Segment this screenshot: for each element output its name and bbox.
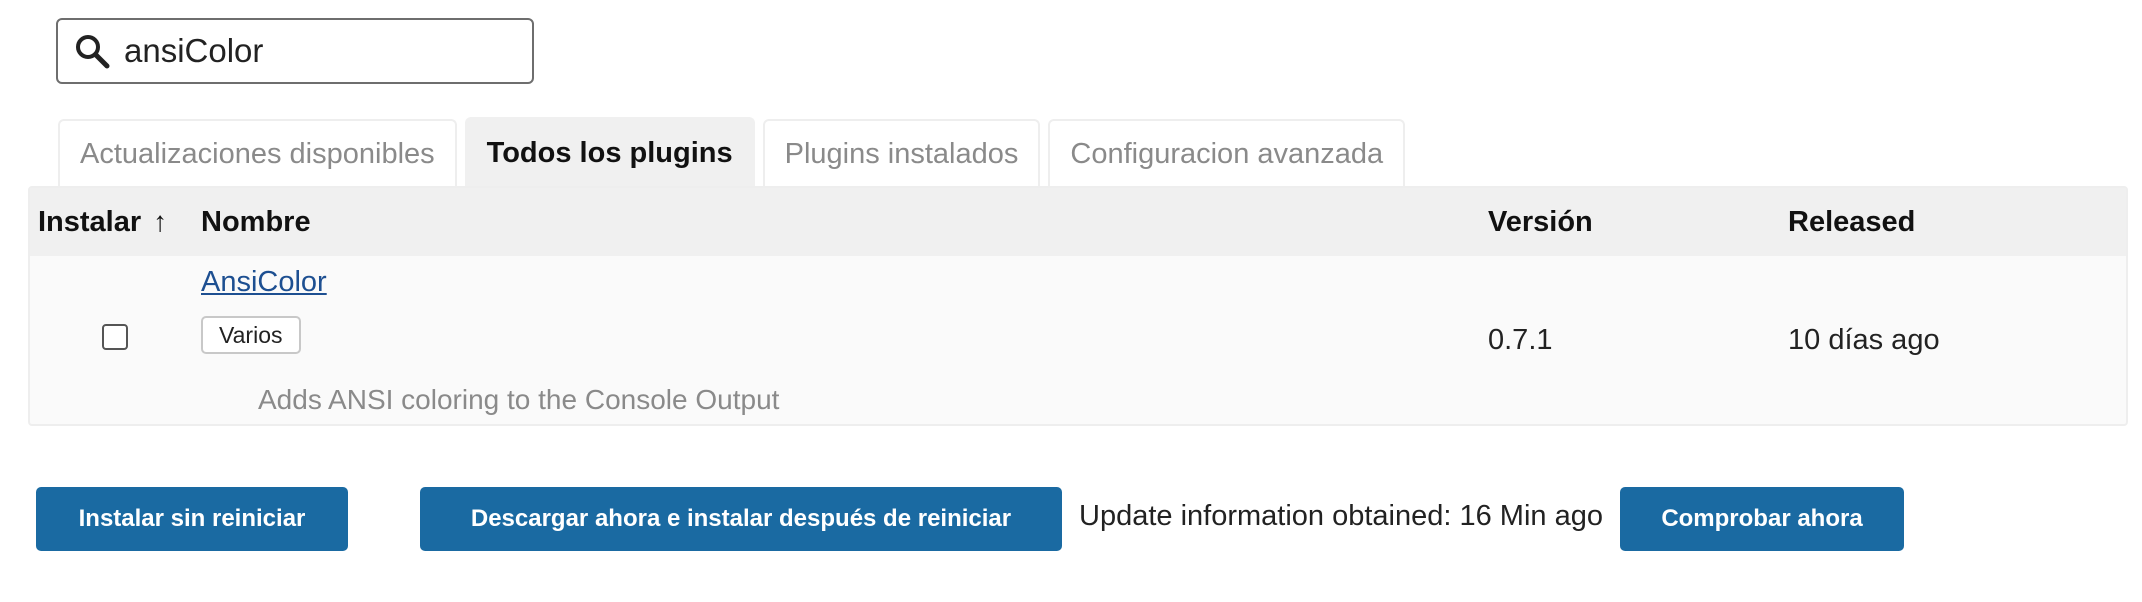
install-checkbox[interactable] <box>102 324 128 350</box>
search-input[interactable] <box>124 32 514 70</box>
sort-ascending-icon[interactable]: ↑ <box>153 188 167 256</box>
plugin-version: 0.7.1 <box>1488 324 1553 356</box>
update-info-text: Update information obtained: 16 Min ago <box>1079 500 1603 532</box>
tab-advanced-settings[interactable]: Configuracion avanzada <box>1048 119 1406 187</box>
plugin-description: Adds ANSI coloring to the Console Output <box>258 384 780 415</box>
column-header-version[interactable]: Versión <box>1488 188 1593 256</box>
install-without-restart-button[interactable]: Instalar sin reiniciar <box>36 487 348 551</box>
tab-updates-available[interactable]: Actualizaciones disponibles <box>58 119 457 187</box>
plugins-table: Instalar ↑ Nombre Versión Released AnsiCo… <box>28 186 2128 426</box>
plugin-released: 10 días ago <box>1788 324 1940 356</box>
plugin-manager-page: Actualizaciones disponibles Todos los pl… <box>0 0 2142 602</box>
tab-installed-plugins[interactable]: Plugins instalados <box>762 119 1041 187</box>
column-header-install-label: Instalar <box>38 206 142 238</box>
plugin-name-link[interactable]: AnsiColor <box>201 266 327 299</box>
download-install-after-restart-button[interactable]: Descargar ahora e instalar después de re… <box>420 487 1062 551</box>
category-tag[interactable]: Varios <box>201 316 301 354</box>
search-icon <box>72 31 112 71</box>
column-header-name[interactable]: Nombre <box>201 188 311 256</box>
tab-bar: Actualizaciones disponibles Todos los pl… <box>58 117 1413 187</box>
column-header-released[interactable]: Released <box>1788 188 1915 256</box>
table-header: Instalar ↑ Nombre Versión Released <box>30 188 2126 256</box>
tab-all-plugins[interactable]: Todos los plugins <box>464 117 755 187</box>
check-now-button[interactable]: Comprobar ahora <box>1620 487 1904 551</box>
search-box[interactable] <box>56 18 534 84</box>
column-header-install[interactable]: Instalar ↑ <box>38 188 167 256</box>
